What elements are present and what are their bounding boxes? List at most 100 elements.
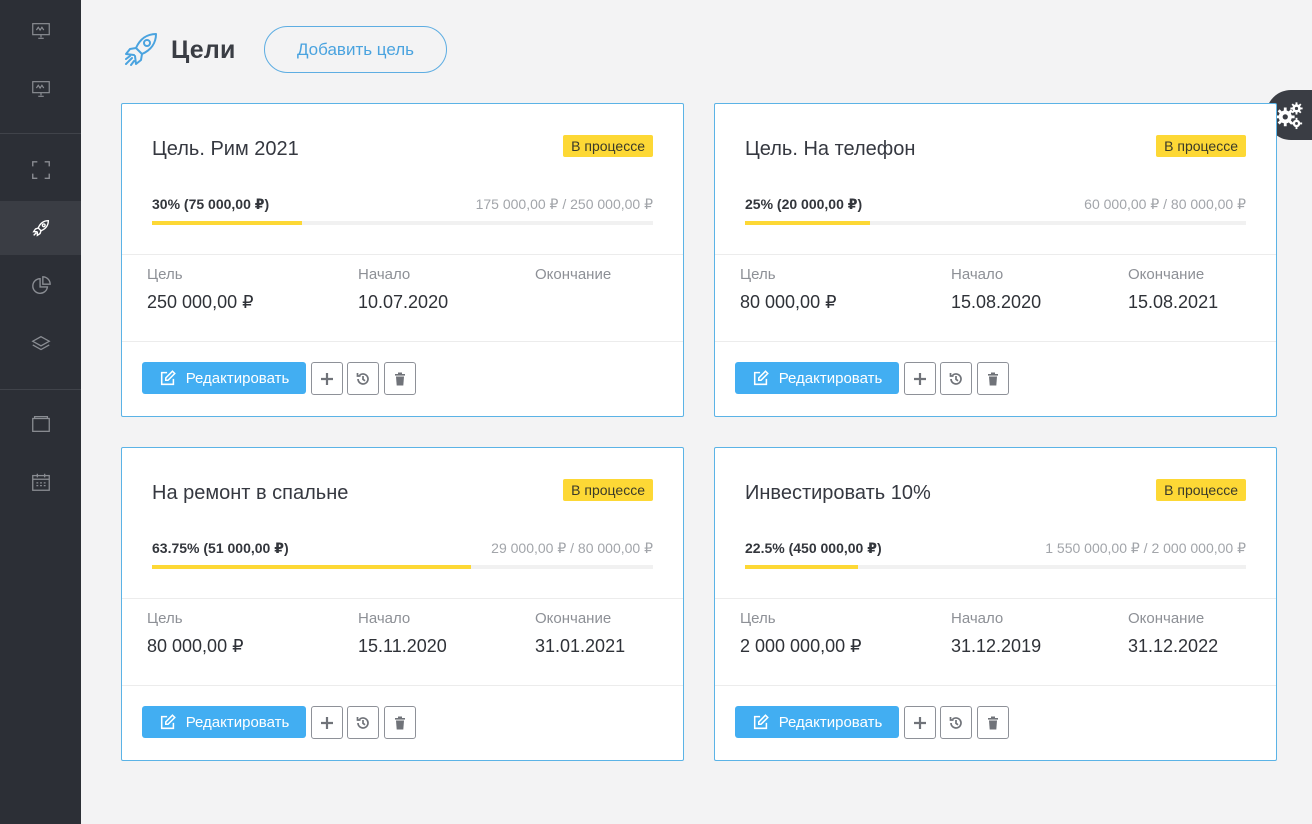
goal-amount-label: Цель — [740, 610, 776, 627]
gears-icon — [1275, 102, 1303, 130]
history-button[interactable] — [347, 362, 379, 395]
end-date-label: Окончание — [1128, 610, 1205, 627]
page-header: Цели — [121, 26, 236, 74]
edit-button-label: Редактировать — [185, 369, 290, 387]
trash-icon — [395, 372, 405, 385]
start-date-column: Начало 31.12.2019 — [951, 610, 1041, 657]
add-funds-button[interactable] — [311, 706, 343, 739]
sidebar-item-wallet[interactable] — [0, 397, 81, 451]
divider — [715, 598, 1276, 599]
add-funds-button[interactable] — [904, 362, 936, 395]
delete-button[interactable] — [977, 362, 1009, 395]
edit-button[interactable]: Редактировать — [735, 362, 899, 394]
goal-card: Инвестировать 10% В процессе 22.5% (450 … — [714, 447, 1277, 761]
goal-amount-column: Цель 2 000 000,00 ₽ — [740, 610, 862, 657]
goal-amount-value: 250 000,00 ₽ — [147, 292, 254, 312]
start-date-value: 15.11.2020 — [358, 636, 447, 656]
progress-amounts: 60 000,00 ₽ / 80 000,00 ₽ — [1084, 196, 1246, 212]
end-date-column: Окончание 31.01.2021 — [535, 610, 625, 657]
add-funds-button[interactable] — [904, 706, 936, 739]
delete-button[interactable] — [384, 706, 416, 739]
sidebar-divider — [0, 389, 81, 390]
add-goal-button[interactable]: Добавить цель — [264, 26, 447, 73]
sidebar-item-calendar[interactable] — [0, 455, 81, 509]
goal-card: На ремонт в спальне В процессе 63.75% (5… — [121, 447, 684, 761]
delete-button[interactable] — [384, 362, 416, 395]
rocket-icon — [31, 219, 49, 237]
goal-title: Инвестировать 10% — [745, 482, 931, 504]
wallet-icon — [31, 416, 50, 432]
history-button[interactable] — [347, 706, 379, 739]
calendar-icon — [31, 473, 50, 491]
sidebar-item-presentation-2[interactable] — [0, 62, 81, 116]
delete-button[interactable] — [977, 706, 1009, 739]
edit-icon — [160, 370, 176, 386]
goal-amount-label: Цель — [147, 610, 183, 627]
status-badge: В процессе — [563, 135, 653, 157]
progress-fill — [745, 221, 871, 225]
history-icon — [356, 372, 369, 385]
sidebar-item-goals[interactable] — [0, 201, 81, 255]
edit-button[interactable]: Редактировать — [142, 362, 306, 394]
goal-amount-value: 2 000 000,00 ₽ — [740, 636, 862, 656]
rocket-icon — [125, 33, 157, 66]
progress-amounts: 29 000,00 ₽ / 80 000,00 ₽ — [491, 540, 653, 556]
goal-amount-column: Цель 80 000,00 ₽ — [147, 610, 244, 657]
progress-fill — [152, 565, 472, 569]
edit-button-label: Редактировать — [778, 369, 883, 387]
sidebar-divider — [0, 133, 81, 134]
page-title: Цели — [171, 35, 236, 64]
start-date-value: 10.07.2020 — [358, 292, 449, 312]
start-date-column: Начало 15.11.2020 — [358, 610, 447, 657]
divider — [715, 341, 1276, 342]
trash-icon — [988, 372, 998, 385]
edit-button[interactable]: Редактировать — [735, 706, 899, 738]
history-button[interactable] — [940, 706, 972, 739]
divider — [122, 685, 683, 686]
progress-bar — [745, 565, 1246, 569]
goal-amount-column: Цель 80 000,00 ₽ — [740, 266, 837, 313]
end-date-column: Окончание 31.12.2022 — [1128, 610, 1218, 657]
history-icon — [949, 716, 962, 729]
history-button[interactable] — [940, 362, 972, 395]
sidebar-item-presentation-1[interactable] — [0, 4, 81, 58]
progress-amounts: 175 000,00 ₽ / 250 000,00 ₽ — [475, 196, 653, 212]
progress-bar — [152, 565, 653, 569]
goal-title: Цель. На телефон — [745, 138, 916, 160]
end-date-column: Окончание — [535, 266, 611, 292]
goal-amount-label: Цель — [147, 266, 183, 283]
end-date-column: Окончание 15.08.2021 — [1128, 266, 1218, 313]
divider — [122, 254, 683, 255]
status-badge: В процессе — [1156, 479, 1246, 501]
goal-amount-column: Цель 250 000,00 ₽ — [147, 266, 254, 313]
start-date-label: Начало — [358, 266, 411, 283]
sidebar-item-analytics[interactable] — [0, 259, 81, 313]
end-date-label: Окончание — [535, 266, 612, 283]
plus-icon — [914, 716, 926, 729]
progress-amounts: 1 550 000,00 ₽ / 2 000 000,00 ₽ — [1045, 540, 1246, 556]
end-date-value: 15.08.2021 — [1128, 292, 1219, 312]
progress-percent: 63.75% (51 000,00 ₽) — [152, 540, 289, 556]
edit-icon — [753, 714, 769, 730]
add-funds-button[interactable] — [311, 362, 343, 395]
divider — [715, 254, 1276, 255]
start-date-label: Начало — [358, 610, 411, 627]
sidebar-item-scan[interactable] — [0, 143, 81, 197]
history-icon — [356, 716, 369, 729]
end-date-value: 31.01.2021 — [535, 636, 626, 656]
divider — [122, 598, 683, 599]
sidebar-item-layers[interactable] — [0, 317, 81, 371]
presentation-icon — [31, 23, 50, 39]
goal-card: Цель. Рим 2021 В процессе 30% (75 000,00… — [121, 103, 684, 417]
progress-percent: 30% (75 000,00 ₽) — [152, 196, 270, 212]
goal-title: На ремонт в спальне — [152, 482, 349, 504]
end-date-label: Окончание — [1128, 266, 1205, 283]
start-date-column: Начало 10.07.2020 — [358, 266, 448, 313]
plus-icon — [321, 716, 333, 729]
progress-fill — [152, 221, 303, 225]
start-date-label: Начало — [951, 266, 1004, 283]
progress-bar — [152, 221, 653, 225]
edit-button[interactable]: Редактировать — [142, 706, 306, 738]
divider — [122, 341, 683, 342]
trash-icon — [395, 716, 405, 729]
